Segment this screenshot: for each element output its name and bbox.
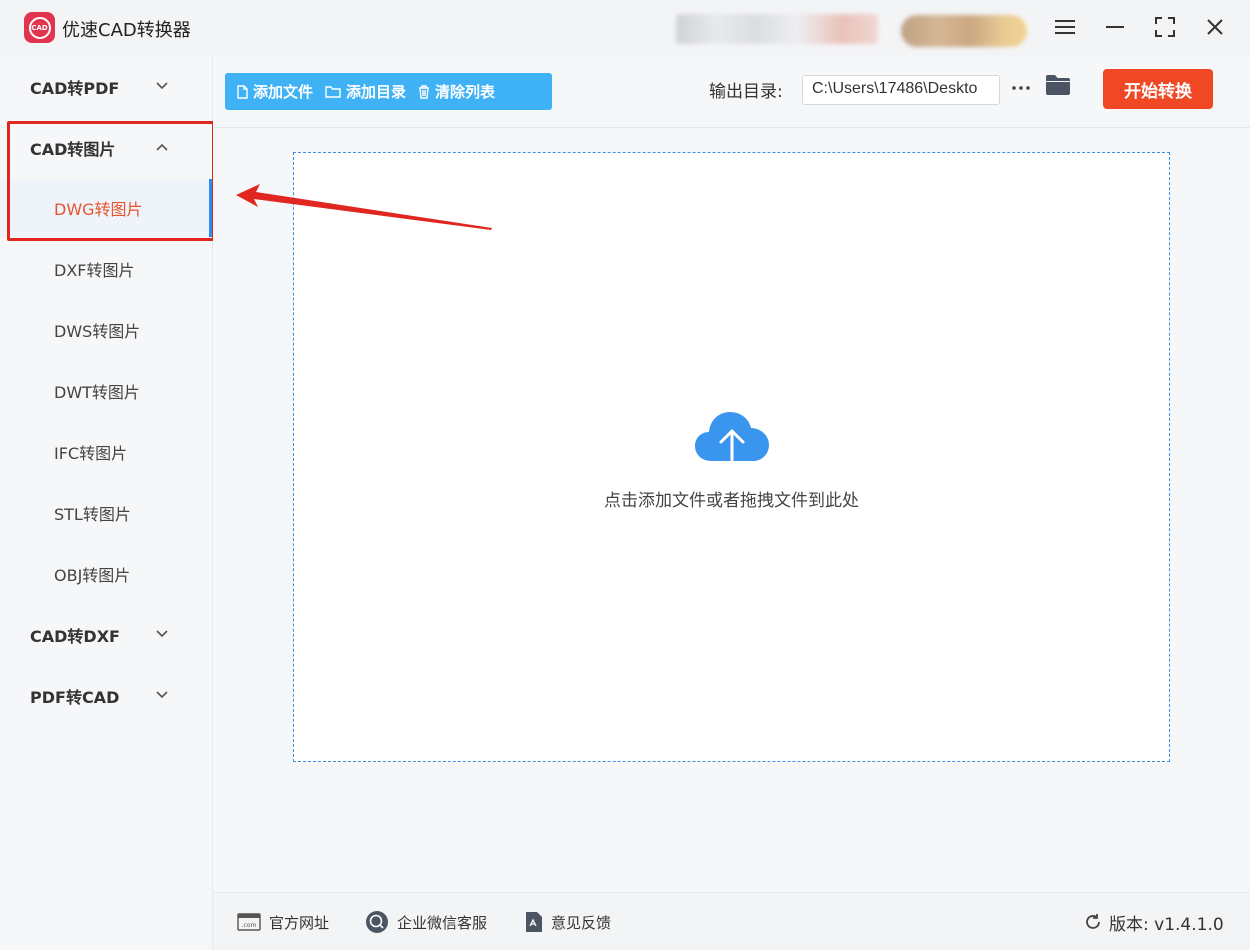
sidebar-group-pdf-to-cad[interactable]: PDF转CAD [0, 667, 212, 725]
output-directory-label: 输出目录: [709, 82, 783, 102]
file-drop-zone[interactable]: 点击添加文件或者拖拽文件到此处 [293, 152, 1170, 762]
add-file-button[interactable]: 添加文件 [225, 73, 313, 110]
footer-bar: .com 官方网址 企业微信客服 意见反馈 版本: v1.4.1.0 [213, 892, 1250, 950]
sidebar-group-cad-to-image[interactable]: CAD转图片 [0, 119, 212, 177]
website-icon: .com [237, 913, 261, 931]
chat-bubble-icon [366, 911, 388, 933]
trash-icon [419, 84, 430, 99]
wechat-support-link[interactable]: 企业微信客服 [365, 909, 487, 935]
official-website-link[interactable]: .com 官方网址 [237, 909, 329, 935]
file-icon [237, 84, 248, 99]
sidebar-item-obj-to-image[interactable]: OBJ转图片 [0, 545, 212, 603]
chevron-up-icon [156, 143, 168, 151]
app-logo-icon: CAD [24, 12, 55, 43]
chevron-down-icon [156, 630, 168, 638]
feedback-label: 意见反馈 [551, 913, 612, 932]
version-info[interactable]: 版本: v1.4.1.0 [1083, 909, 1224, 935]
refresh-icon [1086, 914, 1100, 929]
menu-button[interactable] [1047, 10, 1083, 44]
blurred-vip-badge[interactable] [901, 15, 1027, 47]
official-website-label: 官方网址 [269, 913, 330, 932]
title-bar: CAD 优速CAD转换器 [0, 0, 1250, 56]
clear-list-label: 清除列表 [435, 83, 496, 101]
app-logo-text: CAD [28, 16, 51, 39]
sidebar-group-label: CAD转图片 [30, 140, 116, 159]
sidebar-item-dxf-to-image[interactable]: DXF转图片 [0, 240, 212, 298]
sidebar-item-ifc-to-image[interactable]: IFC转图片 [0, 423, 212, 481]
chevron-down-icon [156, 691, 168, 699]
drop-zone-hint: 点击添加文件或者拖拽文件到此处 [604, 491, 859, 511]
sidebar-item-stl-to-image[interactable]: STL转图片 [0, 484, 212, 542]
fullscreen-icon [1155, 17, 1175, 37]
feedback-link[interactable]: 意见反馈 [525, 909, 611, 935]
add-file-label: 添加文件 [253, 83, 314, 101]
sidebar-group-cad-to-dxf[interactable]: CAD转DXF [0, 606, 212, 664]
maximize-button[interactable] [1147, 10, 1183, 44]
start-convert-button[interactable]: 开始转换 [1103, 69, 1213, 109]
hamburger-menu-icon [1055, 20, 1075, 34]
sidebar-group-label: CAD转PDF [30, 79, 120, 98]
add-directory-button[interactable]: 添加目录 [313, 73, 406, 110]
add-directory-label: 添加目录 [346, 83, 407, 101]
wechat-support-label: 企业微信客服 [397, 913, 488, 932]
clear-list-button[interactable]: 清除列表 [406, 73, 495, 110]
close-icon [1207, 19, 1223, 35]
toolbar: 添加文件 添加目录 清除列表 输出目录: C:\Users\17486\Desk… [213, 56, 1250, 128]
folder-icon [1046, 75, 1070, 95]
minimize-button[interactable] [1097, 10, 1133, 44]
output-directory-field[interactable]: C:\Users\17486\Deskto [802, 75, 1000, 105]
sidebar-group-label: CAD转DXF [30, 627, 120, 646]
blurred-user-info [676, 14, 878, 44]
sidebar-item-dwg-to-image[interactable]: DWG转图片 [0, 179, 212, 237]
sidebar: CAD转PDF CAD转图片 DWG转图片 DXF转图片 DWS转图片 DWT转… [0, 56, 213, 950]
cloud-upload-icon [695, 412, 769, 475]
folder-outline-icon [325, 86, 341, 98]
sidebar-item-dws-to-image[interactable]: DWS转图片 [0, 301, 212, 359]
ellipsis-icon [1012, 86, 1030, 90]
minimize-icon [1106, 26, 1124, 28]
website-icon-text: .com [242, 922, 257, 929]
sidebar-group-cad-to-pdf[interactable]: CAD转PDF [0, 58, 212, 116]
feedback-icon [526, 912, 542, 932]
chevron-down-icon [156, 82, 168, 90]
sidebar-group-label: PDF转CAD [30, 688, 120, 707]
main-content: 点击添加文件或者拖拽文件到此处 [213, 128, 1250, 892]
open-output-folder-button[interactable] [1045, 74, 1075, 104]
app-title: 优速CAD转换器 [62, 20, 191, 41]
browse-more-button[interactable] [1010, 70, 1032, 106]
file-action-buttons: 添加文件 添加目录 清除列表 [225, 73, 552, 110]
close-button[interactable] [1197, 10, 1233, 44]
sidebar-item-dwt-to-image[interactable]: DWT转图片 [0, 362, 212, 420]
version-label: 版本: v1.4.1.0 [1109, 914, 1224, 935]
